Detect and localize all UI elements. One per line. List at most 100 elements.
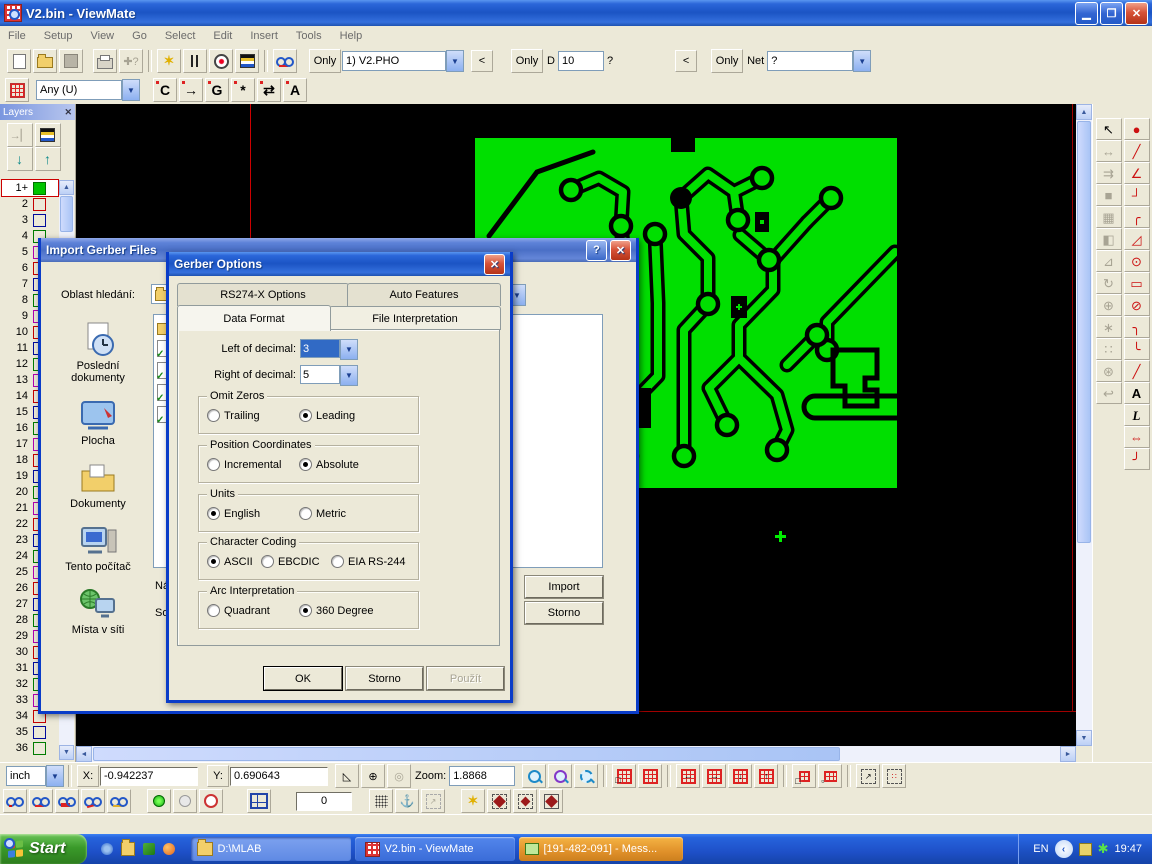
gerber-cancel-button[interactable]: Storno xyxy=(346,667,423,690)
context-help-icon[interactable]: ✚? xyxy=(119,49,143,73)
radio-incremental[interactable]: Incremental xyxy=(207,458,281,471)
radio-metric[interactable]: Metric xyxy=(299,507,346,520)
dialog-help-icon[interactable]: ? xyxy=(586,240,607,261)
only-net-button[interactable]: Only xyxy=(711,49,743,73)
menu-tools[interactable]: Tools xyxy=(288,28,330,44)
ok-button[interactable]: OK xyxy=(264,667,342,690)
gear-icon[interactable]: ⊛ xyxy=(1096,360,1122,382)
menu-select[interactable]: Select xyxy=(157,28,204,44)
crosshair-icon[interactable]: ⊕ xyxy=(361,764,385,788)
pan-left-icon[interactable]: ← xyxy=(676,764,700,788)
vector-icon[interactable]: ↗ xyxy=(421,789,445,813)
restore-button[interactable]: ❐ xyxy=(1100,2,1123,25)
pan-down-icon[interactable]: ↓ xyxy=(728,764,752,788)
net-combo[interactable]: ? xyxy=(767,51,853,71)
radio-absolute[interactable]: Absolute xyxy=(299,458,359,471)
tray-notes-icon[interactable] xyxy=(1079,843,1092,856)
layers-scroll-up-icon[interactable]: ▲ xyxy=(59,180,74,195)
place-desktop[interactable]: Plocha xyxy=(50,398,146,447)
circle-icon[interactable]: ⊙ xyxy=(1124,250,1150,272)
left-of-decimal-combo[interactable]: 3▼ xyxy=(300,339,358,360)
layer-goto-icon[interactable]: →▏ xyxy=(7,123,33,147)
film-colors-icon[interactable] xyxy=(235,49,259,73)
magnify-icon[interactable] xyxy=(522,764,546,788)
glasses-trace-icon[interactable] xyxy=(81,789,105,813)
zoom-input[interactable]: 1.8868 xyxy=(449,766,515,786)
select-area-icon[interactable]: ↗ xyxy=(856,764,880,788)
select-type-combo[interactable]: Any (U) xyxy=(36,80,122,100)
line-icon[interactable]: ╱ xyxy=(1124,140,1150,162)
probe-icon[interactable] xyxy=(199,789,223,813)
shear-icon[interactable]: ⊿ xyxy=(1096,250,1122,272)
pattern-square-icon[interactable]: ▦ xyxy=(1096,206,1122,228)
scroll-down-icon[interactable]: ▼ xyxy=(1076,730,1092,746)
import-dialog-close-icon[interactable]: ✕ xyxy=(610,240,631,261)
tab-rs274x-options[interactable]: RS274-X Options xyxy=(177,283,349,306)
place-recent-documents[interactable]: Poslední dokumenty xyxy=(50,321,146,384)
layer-row[interactable]: 36 xyxy=(2,740,58,756)
tray-icq-icon[interactable]: ✱ xyxy=(1098,841,1109,857)
select-pad-button[interactable]: * xyxy=(231,78,255,102)
quicklaunch-ie-icon[interactable] xyxy=(101,843,113,855)
minimize-button[interactable]: ▁ xyxy=(1075,2,1098,25)
gerber-dialog-titlebar[interactable]: Gerber Options ✕ xyxy=(169,252,510,276)
radio-leading[interactable]: Leading xyxy=(299,409,355,422)
bulb-off-icon[interactable] xyxy=(173,789,197,813)
probe-target-icon[interactable]: ◎ xyxy=(387,764,411,788)
quicklaunch-firefox-icon[interactable] xyxy=(163,843,175,855)
rectangle-icon[interactable]: ▭ xyxy=(1124,272,1150,294)
select-dots-icon[interactable]: ∷ xyxy=(882,764,906,788)
select-text-button[interactable]: A xyxy=(283,78,307,102)
menu-file[interactable]: File xyxy=(0,28,34,44)
layer-row[interactable]: 2 xyxy=(2,196,58,212)
angle-measure-icon[interactable]: ◺ xyxy=(335,764,359,788)
curve-icon[interactable]: ╮ xyxy=(1124,316,1150,338)
dot-matrix-icon[interactable] xyxy=(369,789,393,813)
net-combo-arrow-icon[interactable]: ▼ xyxy=(853,50,871,72)
task-mlab-folder[interactable]: D:\MLAB xyxy=(191,837,351,861)
layer-color-swatch[interactable] xyxy=(33,198,46,211)
layer-row[interactable]: 3 xyxy=(2,212,58,228)
unit-combo-arrow-icon[interactable]: ▼ xyxy=(46,765,64,787)
quicklaunch-folder-icon[interactable] xyxy=(121,842,135,856)
layers-scroll-down-icon[interactable]: ▼ xyxy=(59,745,74,760)
target-icon[interactable] xyxy=(209,49,233,73)
copy-icon[interactable]: ⇉ xyxy=(1096,162,1122,184)
layer-color-swatch[interactable] xyxy=(33,742,46,755)
oblong-icon[interactable]: ⊘ xyxy=(1124,294,1150,316)
place-my-computer[interactable]: Tento počítač xyxy=(50,524,146,573)
only-layer-button[interactable]: Only xyxy=(309,49,341,73)
zoom-grid-wide-icon[interactable]: ▫ xyxy=(818,764,842,788)
layer-color-swatch[interactable] xyxy=(33,182,46,195)
tray-collapse-icon[interactable]: ‹ xyxy=(1055,840,1073,858)
radio-ascii[interactable]: ASCII xyxy=(207,555,253,568)
l-text-icon[interactable]: L xyxy=(1124,404,1150,426)
scale-icon[interactable]: ⊕ xyxy=(1096,294,1122,316)
tab-data-format[interactable]: Data Format xyxy=(177,305,331,331)
corner-arc-icon[interactable]: ╯ xyxy=(1124,448,1150,470)
magnify-region-icon[interactable] xyxy=(574,764,598,788)
scroll-up-icon[interactable]: ▲ xyxy=(1076,104,1092,120)
polyline-icon[interactable]: ∠ xyxy=(1124,162,1150,184)
glasses-dots-icon[interactable] xyxy=(3,789,27,813)
menu-edit[interactable]: Edit xyxy=(205,28,240,44)
scroll-left-icon[interactable]: ◄ xyxy=(76,746,92,762)
right-of-decimal-arrow-icon[interactable]: ▼ xyxy=(340,365,358,386)
step-repeat-icon[interactable]: ∷ xyxy=(1096,338,1122,360)
arc-start-icon[interactable]: ╭ xyxy=(1124,206,1150,228)
gerber-dialog-close-icon[interactable]: ✕ xyxy=(484,254,505,275)
unit-combo[interactable]: inch xyxy=(6,766,46,786)
task-viewmate[interactable]: V2.bin - ViewMate xyxy=(355,837,515,861)
layer-combo-arrow-icon[interactable]: ▼ xyxy=(446,50,464,72)
import-cancel-button[interactable]: Storno xyxy=(525,602,603,624)
layer-film-icon[interactable] xyxy=(35,123,61,147)
select-component-button[interactable]: C xyxy=(153,78,177,102)
apply-button[interactable]: Použít xyxy=(427,667,504,690)
anchor-icon[interactable]: ⚓ xyxy=(395,789,419,813)
tab-file-interpretation[interactable]: File Interpretation xyxy=(329,306,501,330)
scroll-right-icon[interactable]: ► xyxy=(1060,746,1076,762)
new-file-icon[interactable] xyxy=(7,49,31,73)
glasses-pad-icon[interactable] xyxy=(107,789,131,813)
highlight-diamond2-icon[interactable] xyxy=(513,789,537,813)
move-icon[interactable]: ↔ xyxy=(1096,140,1122,162)
